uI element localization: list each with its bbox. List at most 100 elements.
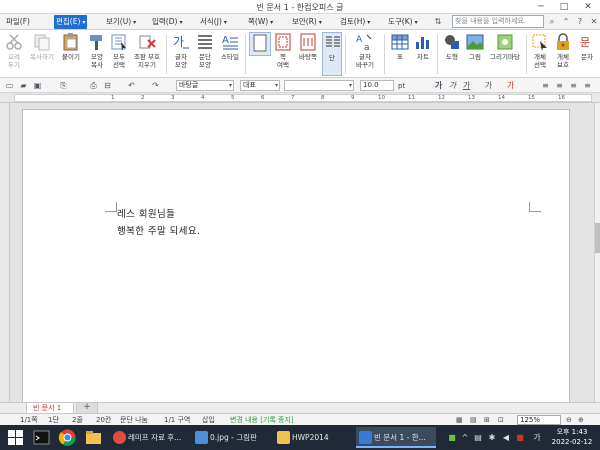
format-copy-button[interactable]: 모양 복사 <box>86 32 108 76</box>
menu-insert[interactable]: 입력(D) ▾ <box>150 15 184 29</box>
select-all-button[interactable]: 모두 선택 <box>109 32 129 76</box>
font-color-button[interactable]: 가 <box>483 80 494 91</box>
chrome-icon[interactable] <box>58 428 77 447</box>
char-convert-button[interactable]: Aa 글자 바꾸기 <box>350 32 380 76</box>
view-outline-icon[interactable]: ⊞ <box>484 415 490 425</box>
taskbar-app-1[interactable]: 레미프 자료 후... <box>110 427 190 448</box>
taskbar-app-3[interactable]: HWP2014 <box>274 427 354 448</box>
taskbar-app-2[interactable]: 0.jpg - 그림판 <box>192 427 272 448</box>
char-shape-button[interactable]: 가 글자 모양 <box>170 32 192 76</box>
taskbar-app-1-label: 레미프 자료 후... <box>128 433 182 442</box>
menu-review[interactable]: 검토(H) ▾ <box>338 15 372 29</box>
remove-protect-button[interactable]: 조판 부호 지우기 <box>131 32 163 76</box>
highlight-color-button[interactable]: 가 <box>505 80 516 91</box>
chart-button[interactable]: 차트 <box>412 32 434 76</box>
tray-security-icon[interactable]: ■ <box>514 431 526 444</box>
maximize-button[interactable]: □ <box>553 0 575 14</box>
help-icon[interactable]: ? <box>574 16 586 28</box>
tray-network-icon[interactable]: ▤ <box>472 431 484 444</box>
cut-button[interactable]: 오려 두기 <box>2 32 26 76</box>
taskbar-app-4[interactable]: 빈 문서 1 - 한... <box>356 427 436 448</box>
shape-icon <box>445 35 459 49</box>
paste-button[interactable]: 붙이기 <box>58 32 84 76</box>
taskbar-app-3-label: HWP2014 <box>292 433 329 442</box>
vertical-scrollbar[interactable] <box>594 103 600 402</box>
more-button[interactable]: 문 문자 <box>576 32 598 76</box>
tray-chevron-icon[interactable]: ^ <box>460 431 470 444</box>
view-web-icon[interactable]: ⊡ <box>498 415 504 425</box>
object-select-button[interactable]: 개체 선택 <box>529 32 551 76</box>
font-size-input[interactable]: 10.0 <box>360 80 394 91</box>
search-icon[interactable]: ⌕ <box>546 16 558 28</box>
sort-icon[interactable]: ⇅ <box>432 16 444 28</box>
preview-icon[interactable]: ⊟ <box>102 80 113 91</box>
style-select[interactable]: 바탕글 ▾ <box>176 80 234 91</box>
open-folder-icon[interactable]: ▰ <box>18 80 29 91</box>
column-button[interactable]: 단 <box>322 32 342 76</box>
bold-button[interactable]: 가 <box>433 80 444 91</box>
new-doc-icon[interactable]: ▭ <box>4 80 15 91</box>
terminal-icon[interactable] <box>32 428 51 447</box>
table-button[interactable]: 표 <box>389 32 411 76</box>
page-margin-button[interactable]: 쪽 여백 <box>272 32 294 76</box>
chevron-up-icon[interactable]: ⌃ <box>560 16 572 28</box>
document-area: 레스 회원님들 행복한 주말 되세요. <box>10 103 594 405</box>
status-track-changes[interactable]: 변경 내용 [기록 중지] <box>230 415 294 425</box>
search-input[interactable]: 찾을 내용을 입력하세요. <box>452 15 544 28</box>
zoom-in-icon[interactable]: ⊕ <box>578 415 584 425</box>
minimize-button[interactable]: ─ <box>530 0 552 14</box>
language-select[interactable]: 대표 ▾ <box>240 80 280 91</box>
menu-page[interactable]: 쪽(W) ▾ <box>246 15 275 29</box>
tray-volume-icon[interactable]: ◀ <box>500 431 512 444</box>
vertical-ruler[interactable] <box>0 103 10 402</box>
save-as-icon[interactable]: ⎘ <box>58 80 69 91</box>
align-center-icon[interactable]: ≡ <box>554 80 565 91</box>
tray-bluetooth-icon[interactable]: ✱ <box>486 431 498 444</box>
page-layout-button[interactable] <box>249 32 271 56</box>
font-select[interactable]: ▾ <box>284 80 354 91</box>
picture-button[interactable]: 그림 <box>464 32 486 76</box>
close-button[interactable]: ✕ <box>577 0 599 14</box>
menu-view[interactable]: 보기(U) ▾ <box>104 15 138 29</box>
drawing-button[interactable]: 그리기마당 <box>487 32 523 76</box>
view-normal-icon[interactable]: ▦ <box>456 415 463 425</box>
copy-button[interactable]: 복사하기 <box>28 32 56 76</box>
file-explorer-icon[interactable] <box>84 428 103 447</box>
zoom-select[interactable]: 125% <box>517 415 561 425</box>
zoom-out-icon[interactable]: ⊖ <box>566 415 572 425</box>
para-shape-button[interactable]: 문단 모양 <box>194 32 216 76</box>
undo-icon[interactable]: ↶ <box>126 80 137 91</box>
ruler-number: 1 <box>111 95 115 101</box>
horizontal-ruler[interactable]: 1 2 3 4 5 6 7 8 9 10 11 12 13 14 15 16 <box>0 93 600 103</box>
menu-security[interactable]: 보안(R) ▾ <box>290 15 324 29</box>
tray-keyboard-icon[interactable]: 가 <box>530 431 544 444</box>
menu-format[interactable]: 서식(J) ▾ <box>198 15 229 29</box>
align-justify-icon[interactable]: ≡ <box>582 80 593 91</box>
shape-button[interactable]: 도형 <box>441 32 463 76</box>
align-left-icon[interactable]: ≡ <box>540 80 551 91</box>
underline-button[interactable]: 가 <box>461 80 472 91</box>
menu-tools[interactable]: 도구(K) ▾ <box>386 15 420 29</box>
page-bg-button[interactable]: 바탕쪽 <box>296 32 320 76</box>
object-protect-button[interactable]: 개체 보호 <box>552 32 574 76</box>
align-right-icon[interactable]: ≡ <box>568 80 579 91</box>
clipboard-icon <box>63 33 78 51</box>
zoom-value: 125% <box>520 416 541 424</box>
ruler-number: 9 <box>351 95 355 101</box>
menu-page-label: 쪽(W) <box>248 17 269 26</box>
style-button[interactable]: A 스타일 <box>218 32 242 76</box>
windows-start-icon[interactable] <box>6 428 25 447</box>
scroll-thumb[interactable] <box>595 223 600 253</box>
save-icon[interactable]: ▣ <box>32 80 43 91</box>
italic-button[interactable]: 가 <box>447 80 458 91</box>
menu-file[interactable]: 파일(F) <box>4 15 32 29</box>
tray-app-icon[interactable]: ■ <box>446 431 458 444</box>
redo-icon[interactable]: ↷ <box>150 80 161 91</box>
print-icon[interactable]: ⎙ <box>88 80 99 91</box>
status-insert-mode[interactable]: 삽입 <box>202 415 215 425</box>
close-doc-icon[interactable]: ✕ <box>588 16 600 28</box>
document-page[interactable]: 레스 회원님들 행복한 주말 되세요. <box>22 109 570 405</box>
menu-edit[interactable]: 편집(E) ▾ <box>54 15 88 29</box>
view-page-icon[interactable]: ▤ <box>470 415 477 425</box>
taskbar-clock[interactable]: 오후 1:43 2022-02-12 <box>546 427 598 448</box>
